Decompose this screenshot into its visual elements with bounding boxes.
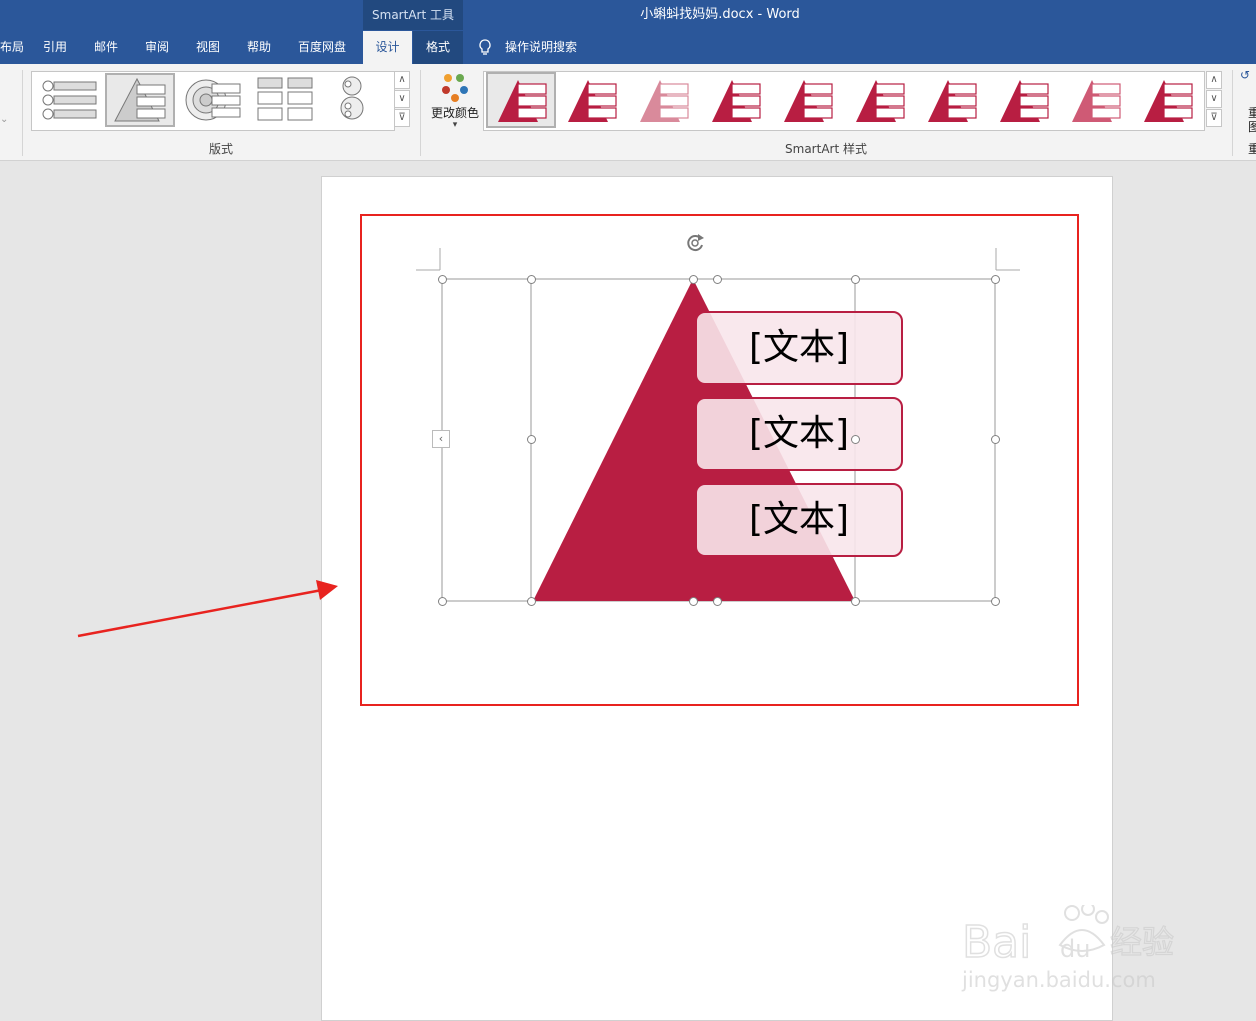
resize-handle[interactable] <box>438 597 447 606</box>
tab-mailings[interactable]: 邮件 <box>94 31 118 64</box>
smartart-style-thumb[interactable] <box>1134 74 1200 126</box>
chevron-down-icon[interactable]: ∨ <box>1206 90 1222 108</box>
smartart-style-thumb[interactable] <box>630 74 696 126</box>
text-pane-toggle-icon[interactable]: ‹ <box>432 430 450 448</box>
smartart-text-box[interactable]: [文本] <box>695 397 903 471</box>
chevron-up-icon[interactable]: ∧ <box>1206 71 1222 89</box>
ribbon: ⌄ ∧ ∨ ⊽ 版式 更改颜色 ▾ ∧ ∨ ⊽ SmartArt 样式 ↺ 重 … <box>0 64 1256 161</box>
layout-thumb-target-list[interactable] <box>182 74 248 126</box>
smartart-text-box[interactable]: [文本] <box>695 483 903 557</box>
smartart-style-thumb[interactable] <box>702 74 768 126</box>
smartart-style-thumb[interactable] <box>846 74 912 126</box>
smartart-text-box[interactable]: [文本] <box>695 311 903 385</box>
shape-handle[interactable] <box>851 275 860 284</box>
resize-handle[interactable] <box>713 597 722 606</box>
lightbulb-icon <box>478 39 492 61</box>
ribbon-tabs: 布局 引用 邮件 审阅 视图 帮助 百度网盘 设计 格式 操作说明搜索 <box>0 31 1256 64</box>
chevron-up-icon[interactable]: ∧ <box>394 71 410 89</box>
resize-handle[interactable] <box>438 275 447 284</box>
styles-gallery <box>483 71 1205 131</box>
styles-group-label: SmartArt 样式 <box>785 142 867 156</box>
layout-thumb-pyramid-list[interactable] <box>105 73 175 127</box>
ribbon-separator <box>22 70 23 156</box>
shape-handle[interactable] <box>527 275 536 284</box>
ribbon-left-cut-icon: ⌄ <box>0 114 9 125</box>
tab-references[interactable]: 引用 <box>43 31 67 64</box>
tell-me-search[interactable]: 操作说明搜索 <box>505 31 577 64</box>
smartart-style-thumb[interactable] <box>918 74 984 126</box>
styles-gallery-scroll: ∧ ∨ ⊽ <box>1206 71 1222 129</box>
layouts-group-label: 版式 <box>208 142 233 156</box>
smartart-style-thumb[interactable] <box>990 74 1056 126</box>
reset-graphic-icon[interactable]: ↺ <box>1240 68 1256 82</box>
svg-text:经验: 经验 <box>1110 923 1174 961</box>
resize-handle[interactable] <box>991 597 1000 606</box>
resize-handle[interactable] <box>713 275 722 284</box>
layout-thumb-vertical-bullet[interactable] <box>36 74 102 126</box>
shape-handle[interactable] <box>851 435 860 444</box>
tab-baidu-netdisk[interactable]: 百度网盘 <box>298 31 346 64</box>
tab-help[interactable]: 帮助 <box>247 31 271 64</box>
reset-group-label-cut: 重 <box>1248 142 1256 156</box>
gallery-more-icon[interactable]: ⊽ <box>1206 109 1222 127</box>
title-bar: SmartArt 工具 小蝌蚪找妈妈.docx - Word 布局 引用 邮件 … <box>0 0 1256 64</box>
svg-text:Bai: Bai <box>962 917 1031 968</box>
svg-text:du: du <box>1060 935 1090 963</box>
dropdown-arrow-icon: ▾ <box>452 120 458 130</box>
smartart-style-thumb[interactable] <box>486 72 556 128</box>
layouts-gallery-scroll: ∧ ∨ ⊽ <box>394 71 410 129</box>
smartart-style-thumb[interactable] <box>1062 74 1128 126</box>
ribbon-separator <box>420 70 421 156</box>
shape-handle[interactable] <box>689 597 698 606</box>
tab-layout[interactable]: 布局 <box>0 31 30 64</box>
resize-handle[interactable] <box>991 435 1000 444</box>
smartart-graphic[interactable]: [文本] [文本] [文本] ‹ <box>416 230 1020 610</box>
shape-handle[interactable] <box>527 435 536 444</box>
shape-handle[interactable] <box>689 275 698 284</box>
red-arrow-annotation <box>77 580 338 638</box>
document-title: 小蝌蚪找妈妈.docx - Word <box>640 7 800 22</box>
change-colors-button[interactable]: 更改颜色 ▾ <box>428 70 482 134</box>
rotate-handle-icon[interactable] <box>684 232 706 254</box>
palette-icon <box>442 74 468 102</box>
resize-handle[interactable] <box>991 275 1000 284</box>
smartart-style-thumb[interactable] <box>774 74 840 126</box>
svg-text:jingyan.baidu.com: jingyan.baidu.com <box>961 968 1156 992</box>
change-colors-label: 更改颜色 <box>430 106 479 120</box>
tab-design[interactable]: 设计 <box>363 31 412 64</box>
shape-handle[interactable] <box>527 597 536 606</box>
shape-handle[interactable] <box>851 597 860 606</box>
baidu-watermark: Bai du 经验 jingyan.baidu.com <box>960 902 1200 1005</box>
layouts-gallery <box>31 71 395 131</box>
smartart-style-thumb[interactable] <box>558 74 624 126</box>
layout-thumb-bubble-list[interactable] <box>326 74 392 126</box>
smartart-tools-label: SmartArt 工具 <box>363 0 463 30</box>
chevron-down-icon[interactable]: ∨ <box>394 90 410 108</box>
tab-format[interactable]: 格式 <box>413 31 463 64</box>
gallery-more-icon[interactable]: ⊽ <box>394 109 410 127</box>
reset-graphic-label-cut[interactable]: 图 <box>1248 118 1256 135</box>
ribbon-separator <box>1232 70 1233 156</box>
tab-review[interactable]: 审阅 <box>145 31 169 64</box>
layout-thumb-hierarchy-list[interactable] <box>254 74 320 126</box>
tab-view[interactable]: 视图 <box>196 31 220 64</box>
